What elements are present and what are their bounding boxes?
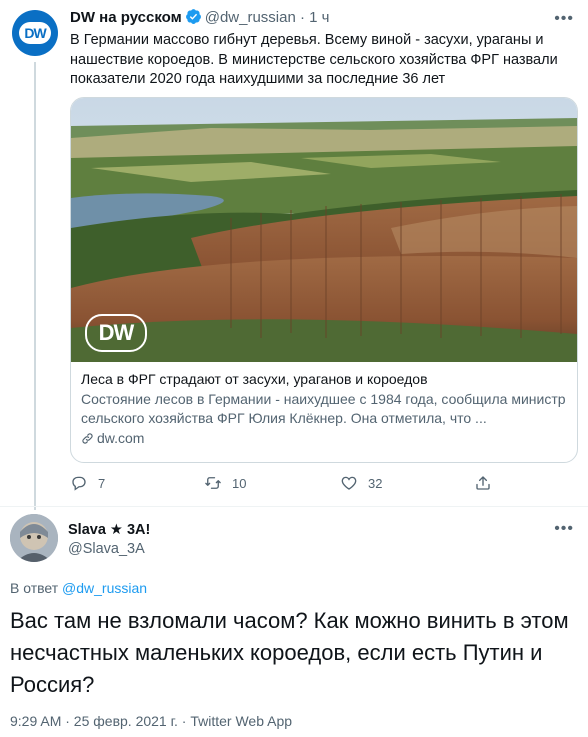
reply-count: 7 — [98, 475, 106, 491]
tweet-text: В Германии массово гибнут деревья. Всему… — [70, 32, 558, 87]
tweet-header: DW на русском @dw_russian · 1 ч — [70, 8, 330, 28]
reply-button[interactable]: 7 — [70, 474, 105, 492]
verified-badge-icon — [185, 9, 201, 24]
reply-context: В ответ @dw_russian — [10, 578, 147, 598]
reply-prefix: В ответ — [10, 580, 59, 596]
retweet-icon — [205, 477, 221, 489]
original-tweet[interactable]: DW DW на русском @dw_russian · 1 ч ••• В … — [0, 0, 588, 510]
thread-connector-line — [34, 62, 36, 510]
share-button[interactable] — [474, 474, 492, 492]
heart-icon — [341, 476, 357, 490]
card-title: Леса в ФРГ страдают от засухи, ураганов … — [81, 371, 428, 387]
card-image[interactable] — [71, 98, 577, 362]
card-domain-text: dw.com — [97, 429, 145, 446]
retweet-count: 10 — [232, 475, 247, 491]
reply-author-handle[interactable]: @Slava_3A — [68, 539, 145, 559]
reply-icon — [72, 476, 86, 491]
link-preview-card[interactable]: DW Леса в ФРГ страдают от засухи, ураган… — [70, 97, 578, 463]
tweet-actions: 7 10 32 — [70, 474, 510, 496]
like-button[interactable]: 32 — [340, 474, 382, 492]
author-handle[interactable]: @dw_russian — [205, 9, 296, 26]
tweet-time[interactable]: · 1 ч — [300, 9, 330, 26]
reply-author-name[interactable]: Slava ★ 3A! — [68, 520, 150, 540]
link-icon — [82, 432, 93, 444]
author-name[interactable]: DW на русском — [70, 9, 182, 26]
like-count: 32 — [368, 475, 383, 491]
more-options-icon[interactable]: ••• — [554, 10, 574, 28]
reply-timestamp[interactable]: 9:29 AM · 25 февр. 2021 г. · Twitter Web… — [10, 711, 292, 731]
card-domain: dw.com — [81, 429, 571, 449]
retweet-button[interactable]: 10 — [204, 474, 246, 492]
reply-to-mention[interactable]: @dw_russian — [62, 580, 147, 596]
slava-avatar[interactable] — [10, 514, 58, 562]
dw-avatar-logo: DW — [19, 22, 51, 44]
card-body[interactable]: Леса в ФРГ страдают от засухи, ураганов … — [81, 370, 571, 448]
share-icon — [476, 476, 490, 490]
card-description: Состояние лесов в Германии - наихудшее с… — [81, 390, 566, 427]
slava-avatar-image — [10, 514, 58, 562]
tweet-separator — [0, 506, 588, 507]
reply-text: Вас там не взломали часом? Как можно вин… — [10, 608, 569, 697]
reply-more-options-icon[interactable]: ••• — [554, 520, 574, 538]
dw-avatar[interactable]: DW — [12, 10, 58, 56]
card-image-dw-logo: DW — [85, 314, 147, 352]
